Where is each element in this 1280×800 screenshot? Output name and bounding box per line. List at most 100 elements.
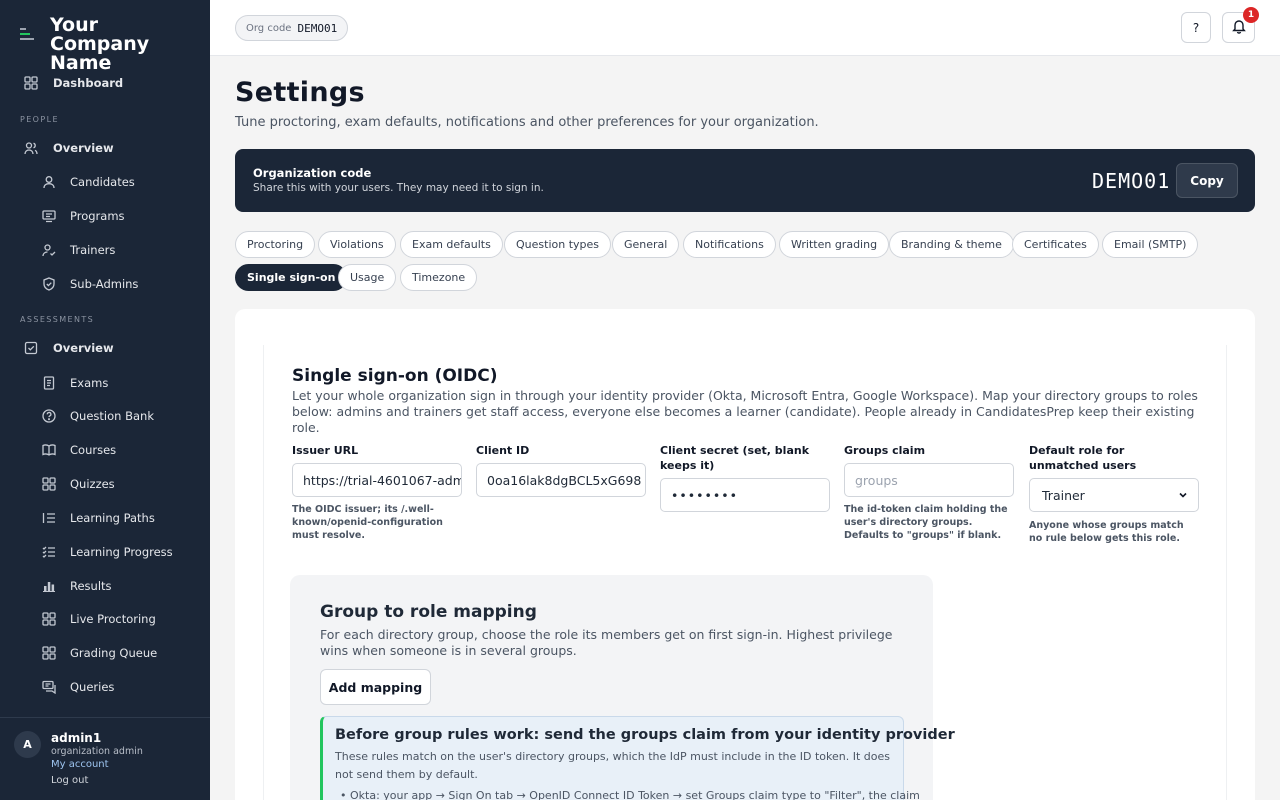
sidebar-item-label: Sub-Admins [70,277,139,291]
sidebar-item-learning-progress[interactable]: Learning Progress [0,537,210,567]
issuer-url-label: Issuer URL [292,444,359,457]
tab-proctoring[interactable]: Proctoring [235,231,316,258]
page-title: Settings [235,77,365,108]
tab-certificates[interactable]: Certificates [1012,231,1099,258]
tab-usage[interactable]: Usage [338,264,397,291]
tab-general[interactable]: General [612,231,680,258]
client-id-label: Client ID [476,444,530,457]
log-out-link[interactable]: Log out [51,775,88,786]
monitor-icon [41,208,57,224]
add-mapping-button[interactable]: Add mapping [320,669,431,705]
brand[interactable]: Your Company Name [20,16,190,73]
sidebar-item-exams[interactable]: Exams [0,368,210,398]
section-label-assessments: ASSESSMENTS [20,315,95,324]
sidebar-item-label: Trainers [70,243,116,257]
client-secret-input[interactable]: •••••••• [660,478,830,512]
checklist-icon [41,544,57,560]
tab-violations[interactable]: Violations [318,231,396,258]
notification-badge: 1 [1243,7,1259,23]
sso-description: Let your whole organization sign in thro… [292,388,1198,435]
tab-exam-defaults[interactable]: Exam defaults [400,231,503,258]
sidebar-divider [0,717,210,718]
info-bullet-okta: • Okta: your app → Sign On tab → OpenID … [340,789,920,800]
mapping-description: For each directory group, choose the rol… [320,627,893,658]
sidebar-item-label: Overview [53,341,114,355]
sidebar-item-dashboard[interactable]: Dashboard [0,68,210,98]
sidebar-item-programs[interactable]: Programs [0,201,210,231]
tab-single-sign-on[interactable]: Single sign-on [235,264,348,291]
document-icon [41,375,57,391]
sidebar-item-question-bank[interactable]: Question Bank [0,401,210,431]
question-icon: ? [1192,20,1200,35]
chevron-down-icon [1178,488,1188,503]
bell-icon [1231,18,1247,37]
sidebar-item-label: Learning Paths [70,511,155,525]
sidebar-item-assessments-overview[interactable]: Overview [0,333,210,363]
brand-logo-icon [20,26,36,42]
sidebar-item-candidates[interactable]: Candidates [0,167,210,197]
sidebar-item-results[interactable]: Results [0,571,210,601]
default-role-select[interactable]: Trainer [1029,478,1199,512]
section-label-people: PEOPLE [20,115,59,124]
sso-title: Single sign-on (OIDC) [292,366,498,386]
default-role-label: Default role for unmatched users [1029,444,1137,472]
topbar: Org code DEMO01 ? 1 [210,0,1280,56]
info-title: Before group rules work: send the groups… [335,727,955,743]
org-banner-title: Organization code [253,166,372,180]
sidebar-item-sub-admins[interactable]: Sub-Admins [0,269,210,299]
copy-button[interactable]: Copy [1176,163,1238,198]
sidebar-item-people-overview[interactable]: Overview [0,133,210,163]
grid-icon [41,476,57,492]
book-icon [41,442,57,458]
sidebar-item-queries[interactable]: Queries [0,672,210,702]
groups-claim-input[interactable]: groups [844,463,1014,497]
users-icon [23,140,39,156]
issuer-url-input[interactable]: https://trial-4601067-adm [292,463,462,497]
sidebar-item-label: Exams [70,376,109,390]
sidebar-item-grading-queue[interactable]: Grading Queue [0,638,210,668]
tab-branding-theme[interactable]: Branding & theme [889,231,1014,258]
grid-icon [41,611,57,627]
org-code-label: Org code [246,22,292,34]
sidebar-item-live-proctoring[interactable]: Live Proctoring [0,604,210,634]
help-button[interactable]: ? [1181,12,1211,43]
info-text: These rules match on the user's director… [335,750,890,781]
sidebar-item-label: Dashboard [53,76,124,90]
client-id-input[interactable]: 0oa16lak8dgBCL5xG698 [476,463,646,497]
grid-icon [41,645,57,661]
notifications-button[interactable]: 1 [1222,7,1259,43]
tab-notifications[interactable]: Notifications [683,231,776,258]
sidebar-item-learning-paths[interactable]: Learning Paths [0,503,210,533]
tab-email-smtp[interactable]: Email (SMTP) [1102,231,1199,258]
user-role: organization admin [51,746,143,757]
tab-timezone[interactable]: Timezone [400,264,478,291]
groups-claim-help: The id-token claim holding the user's di… [844,504,1008,541]
sidebar: Your Company Name Dashboard PEOPLE Overv… [0,0,210,800]
mapping-title: Group to role mapping [320,602,537,622]
sidebar-item-label: Overview [53,141,114,155]
my-account-link[interactable]: My account [51,759,109,770]
list-icon [41,510,57,526]
sidebar-item-label: Candidates [70,175,135,189]
grid-icon [23,75,39,91]
tab-question-types[interactable]: Question types [504,231,611,258]
org-code-chip: Org code DEMO01 [235,15,349,41]
org-banner-subtitle: Share this with your users. They may nee… [253,182,544,194]
sidebar-item-label: Learning Progress [70,545,173,559]
org-code-value: DEMO01 [297,21,338,35]
default-role-help: Anyone whose groups match no rule below … [1029,520,1184,544]
tab-written-grading[interactable]: Written grading [779,231,890,258]
sidebar-item-courses[interactable]: Courses [0,435,210,465]
sidebar-item-quizzes[interactable]: Quizzes [0,469,210,499]
sidebar-item-label: Grading Queue [70,646,158,660]
info-bullet-text: Okta: your app → Sign On tab → OpenID Co… [350,789,920,800]
groups-claim-label: Groups claim [844,444,926,457]
page-subtitle: Tune proctoring, exam defaults, notifica… [235,115,819,130]
client-secret-label: Client secret (set, blank keeps it) [660,444,810,472]
avatar[interactable]: A [14,731,41,758]
sidebar-item-trainers[interactable]: Trainers [0,235,210,265]
default-role-value: Trainer [1042,487,1085,503]
brand-name: Your Company Name [50,14,150,74]
user-icon [41,174,57,190]
sidebar-item-label: Results [70,579,112,593]
